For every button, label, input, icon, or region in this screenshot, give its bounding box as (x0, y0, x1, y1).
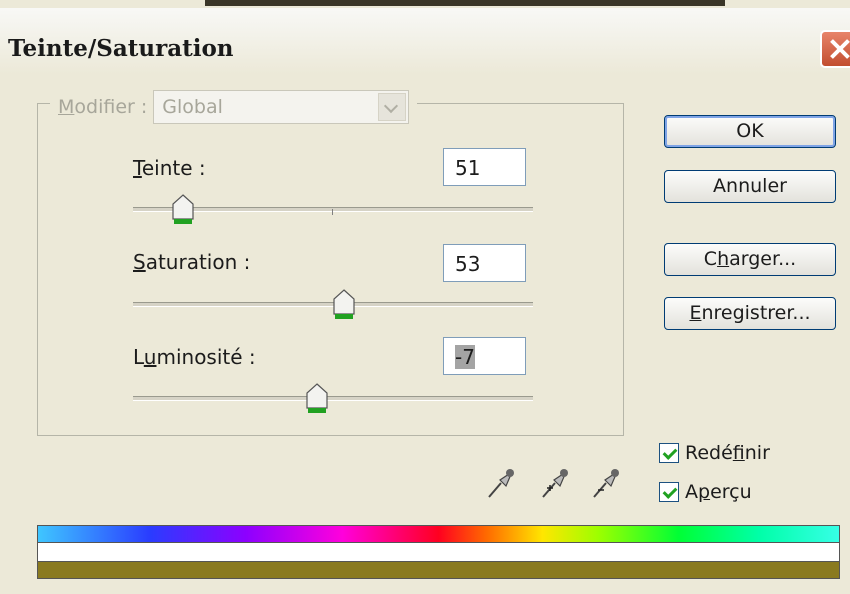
lightness-input[interactable]: -7 (443, 337, 526, 375)
title-bar: Teinte/Saturation (0, 8, 850, 74)
edit-group-box (37, 103, 624, 436)
hue-label: Teinte : (133, 156, 206, 180)
edit-legend: Modifier : Global (50, 90, 418, 124)
background-image-edge (205, 0, 725, 6)
lightness-label: Luminosité : (133, 345, 256, 369)
eyedropper-plus-icon[interactable] (540, 466, 570, 500)
background-strip (0, 0, 850, 8)
close-icon[interactable] (820, 30, 850, 68)
saturation-label: Saturation : (133, 250, 251, 274)
edit-dropdown-value: Global (162, 96, 223, 118)
lightness-slider-thumb[interactable] (306, 383, 328, 415)
hue-center-tick (332, 209, 333, 215)
saturation-input[interactable]: 53 (443, 244, 526, 282)
chevron-down-icon[interactable] (378, 93, 407, 121)
edit-dropdown[interactable]: Global (153, 90, 410, 124)
colorize-check-icon[interactable] (659, 443, 679, 463)
output-color-bar (37, 561, 840, 579)
edit-label: Modifier : (58, 96, 148, 118)
preview-check-icon[interactable] (659, 482, 679, 502)
colorize-label: Redéfinir (685, 442, 770, 464)
saturation-slider-thumb[interactable] (333, 289, 355, 321)
hue-input[interactable]: 51 (443, 148, 526, 186)
colorize-checkbox[interactable]: Redéfinir (659, 442, 770, 464)
eyedropper-icon[interactable] (486, 466, 516, 500)
window-title: Teinte/Saturation (8, 35, 234, 62)
input-color-bar (37, 525, 840, 543)
preview-checkbox[interactable]: Aperçu (659, 481, 752, 503)
color-bar-separator (37, 543, 840, 561)
lightness-slider-track[interactable] (133, 396, 533, 401)
cancel-button[interactable]: Annuler (664, 170, 836, 203)
load-button[interactable]: Charger... (664, 243, 836, 276)
preview-label: Aperçu (685, 481, 752, 503)
save-button[interactable]: Enregistrer... (664, 297, 836, 330)
eyedropper-minus-icon[interactable] (591, 466, 621, 500)
ok-button[interactable]: OK (664, 115, 836, 148)
hue-slider-thumb[interactable] (172, 194, 194, 226)
